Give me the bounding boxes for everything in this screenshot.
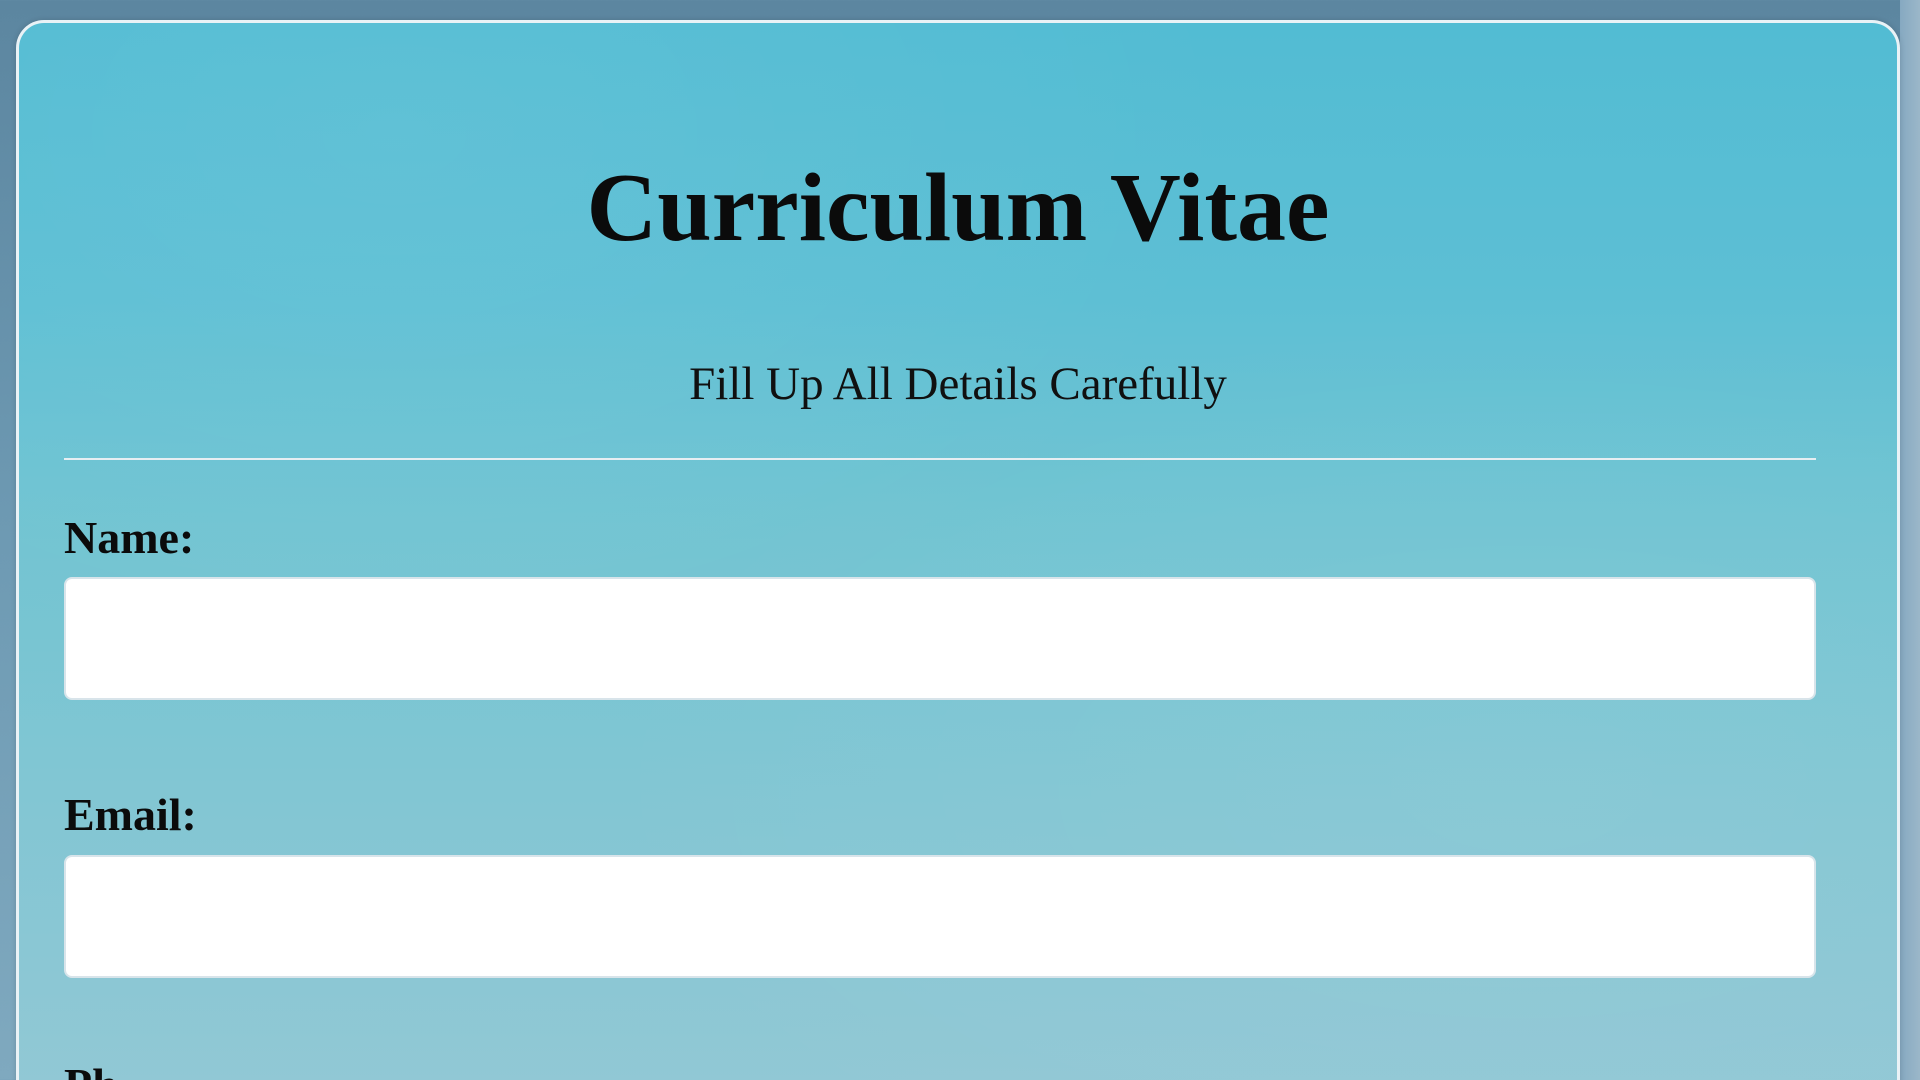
name-label: Name: [64, 512, 195, 563]
email-label: Email: [64, 789, 197, 840]
page-title: Curriculum Vitae [586, 154, 1330, 262]
header-divider [64, 458, 1816, 460]
page-subtitle: Fill Up All Details Carefully [689, 358, 1227, 410]
name-input[interactable] [64, 577, 1816, 700]
phone-label: Ph [64, 1062, 118, 1080]
window-backdrop [1900, 0, 1920, 1080]
email-input[interactable] [64, 855, 1816, 978]
